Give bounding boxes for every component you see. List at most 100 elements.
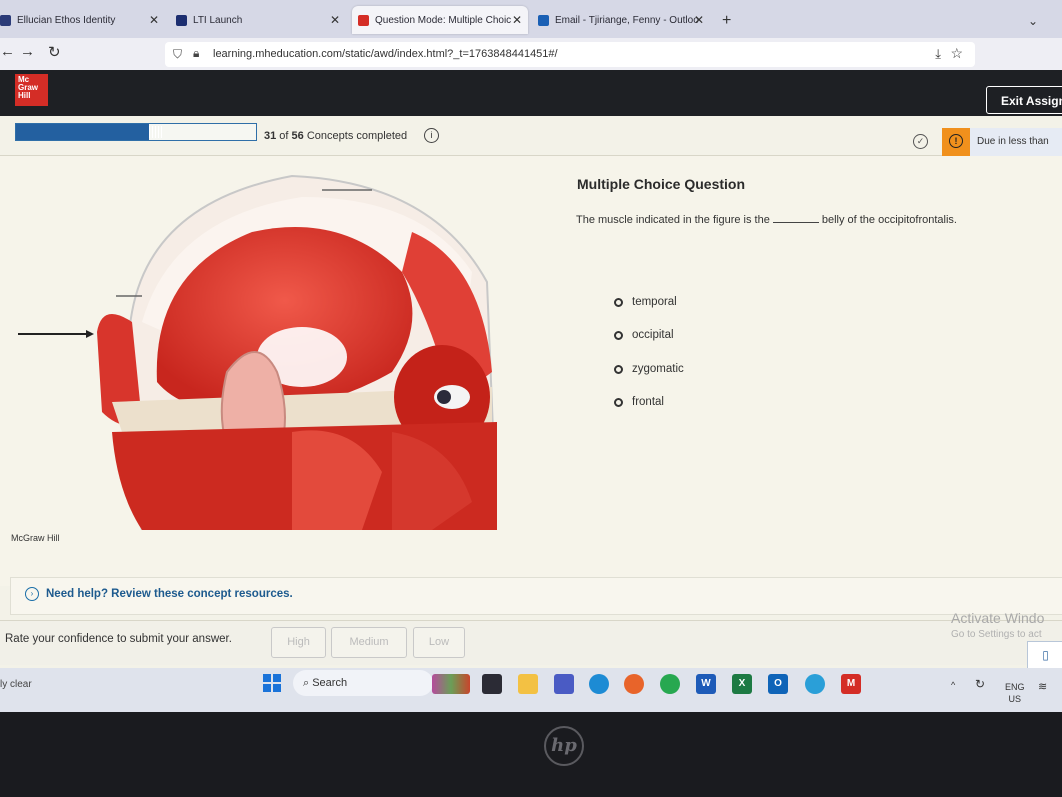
confidence-medium-button[interactable]: Medium [331, 627, 407, 658]
search-highlight-icon[interactable] [432, 674, 470, 694]
tab-lti-launch[interactable]: LTI Launch ✕ [176, 6, 346, 34]
new-tab-button[interactable]: + [722, 12, 731, 30]
whatsapp-icon[interactable] [660, 674, 680, 694]
tab-email[interactable]: Email - Tjiriange, Fenny - Outloo ✕ [538, 6, 710, 34]
option-label[interactable]: frontal [632, 396, 664, 408]
search-placeholder: Search [312, 677, 348, 689]
option-label[interactable]: occipital [632, 329, 674, 341]
logo-line: Hill [18, 91, 31, 100]
star-icon[interactable]: ☆ [950, 45, 963, 62]
concept-progress-bar [15, 123, 257, 141]
head-muscles-figure [97, 174, 497, 530]
task-view-icon[interactable] [482, 674, 502, 694]
edge-icon[interactable] [589, 674, 609, 694]
option-occipital[interactable]: occipital [614, 329, 674, 341]
tab-label: LTI Launch [193, 14, 243, 26]
confidence-row: Rate your confidence to submit your answ… [0, 610, 1062, 670]
question-content: McGraw Hill Multiple Choice Question The… [0, 156, 1062, 586]
warning-icon: ! [949, 134, 963, 148]
windows-start-icon[interactable] [263, 674, 281, 692]
telegram-icon[interactable] [805, 674, 825, 694]
progress-of: of [276, 130, 292, 142]
confidence-low-button[interactable]: Low [413, 627, 465, 658]
question-title: Multiple Choice Question [577, 176, 746, 192]
radio-button[interactable] [614, 397, 623, 407]
question-text: The muscle indicated in the figure is th… [576, 214, 957, 226]
progress-suffix: Concepts completed [303, 130, 408, 142]
question-text-after: belly of the occipitofrontalis. [821, 214, 957, 226]
answer-blank [772, 222, 819, 223]
word-icon[interactable]: W [696, 674, 716, 694]
outlook-taskbar-icon[interactable]: O [768, 674, 788, 694]
info-icon[interactable]: i [424, 128, 439, 143]
excel-icon[interactable]: X [732, 674, 752, 694]
screen: Ellucian Ethos Identity ✕ LTI Launch ✕ Q… [0, 0, 1062, 712]
tab-ellucian[interactable]: Ellucian Ethos Identity ✕ [0, 6, 165, 34]
completed-count: 31 [264, 130, 277, 142]
mcgraw-hill-taskbar-icon[interactable]: M [841, 674, 861, 694]
due-warning-badge[interactable]: ! [942, 128, 970, 156]
confidence-prompt: Rate your confidence to submit your answ… [5, 633, 232, 645]
close-icon[interactable]: ✕ [330, 13, 340, 27]
option-label[interactable]: zygomatic [632, 363, 684, 375]
confidence-high-button[interactable]: High [271, 627, 326, 658]
progress-row: 31 of 56 Concepts completed i ✓ ! Due in… [0, 117, 1062, 156]
option-frontal[interactable]: frontal [614, 396, 664, 408]
lti-icon [176, 14, 187, 26]
radio-button[interactable] [614, 297, 623, 307]
browser-nav-bar: ← → ↻ ⛉ 🔒︎ learning.mheducation.com/stat… [0, 38, 1062, 70]
question-text-before: The muscle indicated in the figure is th… [576, 214, 770, 226]
close-icon[interactable]: ✕ [149, 13, 159, 27]
taskbar-search[interactable]: ⌕ Search [293, 670, 433, 696]
hp-logo: hp [544, 726, 584, 766]
url-text[interactable]: learning.mheducation.com/static/awd/inde… [213, 48, 558, 60]
sync-icon[interactable]: ↻ [975, 677, 985, 691]
chevron-right-icon[interactable]: › [25, 587, 39, 601]
download-icon[interactable]: ⤓ [935, 46, 941, 62]
forward-icon[interactable]: → [20, 43, 35, 60]
tab-label: Ellucian Ethos Identity [17, 14, 116, 26]
tab-question-mode[interactable]: Question Mode: Multiple Choic ✕ [352, 6, 528, 34]
search-icon: ⌕ [303, 677, 313, 689]
firefox-icon[interactable] [624, 674, 644, 694]
shield-icon[interactable]: ⛉ [173, 47, 182, 62]
progress-marker [149, 126, 163, 138]
check-circle-icon[interactable]: ✓ [913, 134, 928, 149]
mcgraw-hill-icon [358, 14, 369, 26]
wifi-icon[interactable]: ≋ [1038, 680, 1047, 693]
language-indicator[interactable]: ENG US [1005, 681, 1025, 705]
reload-icon[interactable]: ↻ [48, 43, 61, 61]
browser-tab-bar: Ellucian Ethos Identity ✕ LTI Launch ✕ Q… [0, 0, 1062, 38]
option-temporal[interactable]: temporal [614, 296, 677, 308]
exit-assignment-button[interactable]: Exit Assign [986, 86, 1062, 114]
option-label[interactable]: temporal [632, 296, 677, 308]
figure-credit: McGraw Hill [11, 533, 60, 543]
weather-text[interactable]: ly clear [0, 679, 32, 690]
lang-line-1: ENG [1005, 682, 1025, 692]
ellucian-icon [0, 14, 11, 26]
tab-label: Email - Tjiriange, Fenny - Outloo [555, 14, 699, 26]
chevron-down-icon[interactable]: ⌄ [1028, 14, 1038, 28]
lock-icon[interactable]: 🔒︎ [193, 46, 199, 61]
file-explorer-icon[interactable] [518, 674, 538, 694]
radio-button[interactable] [614, 330, 623, 340]
app-header: Mc Graw Hill Exit Assign [0, 70, 1062, 116]
radio-button[interactable] [614, 364, 623, 374]
concept-resources-link[interactable]: Need help? Review these concept resource… [46, 588, 293, 600]
address-bar[interactable]: ⛉ 🔒︎ learning.mheducation.com/static/awd… [165, 42, 975, 67]
concept-resources-row[interactable]: › Need help? Review these concept resour… [10, 577, 1062, 615]
book-icon[interactable]: ▯ [1027, 641, 1062, 670]
total-count: 56 [291, 130, 304, 142]
teams-icon[interactable] [554, 674, 574, 694]
progress-text: 31 of 56 Concepts completed [264, 130, 407, 142]
close-icon[interactable]: ✕ [694, 13, 704, 27]
mcgraw-hill-logo: Mc Graw Hill [15, 74, 48, 106]
back-icon[interactable]: ← [0, 43, 15, 60]
pointer-arrow [18, 330, 94, 338]
chevron-up-icon[interactable]: ^ [951, 680, 955, 690]
due-text[interactable]: Due in less than [970, 128, 1062, 156]
option-zygomatic[interactable]: zygomatic [614, 363, 684, 375]
close-icon[interactable]: ✕ [512, 13, 522, 27]
activate-windows-title: Activate Windo [951, 610, 1045, 626]
progress-fill [16, 124, 149, 140]
